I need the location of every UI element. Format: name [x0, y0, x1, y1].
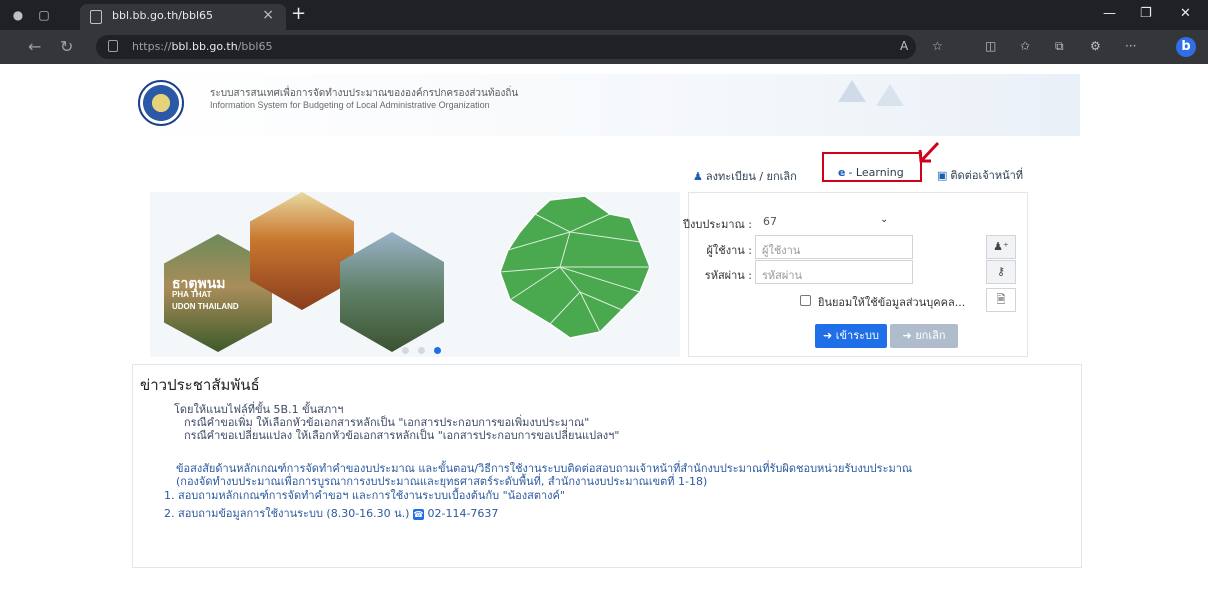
chevron-down-icon: ⌄: [880, 214, 889, 225]
user-add-icon[interactable]: ♟⁺: [986, 235, 1016, 259]
user-icon: ♟: [693, 170, 703, 183]
site-logo: [138, 80, 184, 126]
username-input[interactable]: ผู้ใช้งาน: [755, 235, 913, 259]
carousel-slide-image: [340, 232, 444, 352]
carousel-dot[interactable]: [418, 347, 425, 354]
login-button[interactable]: ➜ เข้าระบบ: [815, 324, 887, 348]
banner-decoration: [876, 84, 904, 106]
phone-icon: ☎: [412, 509, 424, 520]
close-tab-icon[interactable]: ×: [262, 7, 274, 23]
banner-decoration: [838, 80, 866, 102]
profile-icon[interactable]: ●: [10, 7, 26, 23]
close-window-icon[interactable]: ✕: [1180, 6, 1191, 21]
fiscal-year-select[interactable]: 67 ⌄: [755, 209, 889, 233]
url-text: https://bbl.bb.go.th/bbl65: [132, 40, 273, 53]
page-icon: [90, 10, 102, 24]
address-bar[interactable]: https://bbl.bb.go.th/bbl65: [96, 35, 916, 59]
news-line: กรณีคำขอเปลี่ยนแปลง ให้เลือกหัวข้อเอกสาร…: [184, 429, 620, 442]
password-input[interactable]: รหัสผ่าน: [755, 260, 913, 284]
browser-tab[interactable]: bbl.bb.go.th/bbl65 ×: [80, 4, 286, 30]
year-label: ปีงบประมาณ :: [683, 218, 752, 231]
carousel-label: ธาตุพนม PHA THAT UDON THAILAND: [172, 275, 239, 311]
bing-chat-icon[interactable]: b: [1176, 37, 1196, 57]
tab-title: bbl.bb.go.th/bbl65: [112, 9, 214, 22]
password-label: รหัสผ่าน :: [704, 269, 752, 282]
split-screen-icon[interactable]: ◫: [985, 39, 996, 53]
sign-in-icon: ➜: [823, 329, 833, 342]
document-icon[interactable]: 🗎: [986, 288, 1016, 312]
collections-icon[interactable]: ⧉: [1055, 39, 1064, 54]
tab-actions-icon[interactable]: ▢: [36, 7, 52, 23]
consent-label[interactable]: ยินยอมให้ใช้ข้อมูลส่วนบุคคล...: [818, 293, 965, 311]
restore-icon[interactable]: ❐: [1140, 6, 1152, 21]
site-title-en: Information System for Budgeting of Loca…: [210, 100, 490, 110]
carousel-dot-active[interactable]: [434, 347, 441, 354]
minimize-icon[interactable]: —: [1103, 6, 1116, 21]
new-tab-icon[interactable]: +: [291, 3, 306, 24]
elearning-e-icon: e: [838, 166, 846, 179]
elearning-link[interactable]: e- Learning: [838, 166, 904, 179]
id-card-icon: ▣: [937, 169, 948, 182]
read-aloud-icon[interactable]: A: [900, 39, 908, 53]
refresh-icon[interactable]: ↻: [60, 37, 73, 56]
browser-toolbar: ← ↻ https://bbl.bb.go.th/bbl65 A ☆ ◫ ✩ ⧉…: [0, 30, 1208, 64]
sign-out-icon: ➜: [902, 329, 912, 342]
image-carousel[interactable]: [150, 192, 680, 357]
lock-icon: [108, 40, 118, 52]
consent-checkbox[interactable]: [800, 295, 811, 306]
carousel-dot[interactable]: [402, 347, 409, 354]
key-icon[interactable]: ⚷: [986, 260, 1016, 284]
favorites-icon[interactable]: ✩: [1020, 39, 1030, 53]
favorite-star-icon[interactable]: ☆: [932, 39, 943, 53]
cancel-button[interactable]: ➜ ยกเลิก: [890, 324, 958, 348]
contact-link[interactable]: ▣ ติดต่อเจ้าหน้าที่: [937, 166, 1023, 184]
site-title-th: ระบบสารสนเทศเพื่อการจัดทำงบประมาณขององค์…: [210, 88, 519, 99]
browser-tab-bar: ● ▢ bbl.bb.go.th/bbl65 × + — ❐ ✕: [0, 0, 1208, 30]
back-icon[interactable]: ←: [28, 37, 41, 56]
news-title: ข่าวประชาสัมพันธ์: [140, 376, 260, 394]
news-item-link[interactable]: 1. สอบถามหลักเกณฑ์การจัดทำคำขอฯ และการใช…: [164, 486, 565, 504]
news-item-contact[interactable]: 2. สอบถามข้อมูลการใช้งานระบบ (8.30-16.30…: [164, 504, 498, 522]
username-label: ผู้ใช้งาน :: [706, 244, 752, 257]
register-link[interactable]: ♟ ลงทะเบียน / ยกเลิก: [693, 167, 797, 185]
more-icon[interactable]: ···: [1125, 39, 1136, 53]
extensions-icon[interactable]: ⚙: [1090, 39, 1101, 53]
